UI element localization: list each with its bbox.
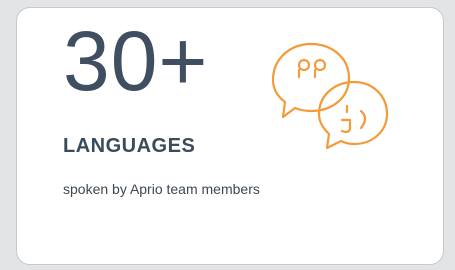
- speech-bubbles-icon: [265, 32, 395, 157]
- stat-title: LANGUAGES: [63, 135, 196, 157]
- stat-number: 30+: [63, 14, 209, 108]
- stat-description: spoken by Aprio team members: [63, 181, 260, 197]
- stat-card: 30+ LANGUAGES spoken by Aprio team membe…: [16, 7, 444, 265]
